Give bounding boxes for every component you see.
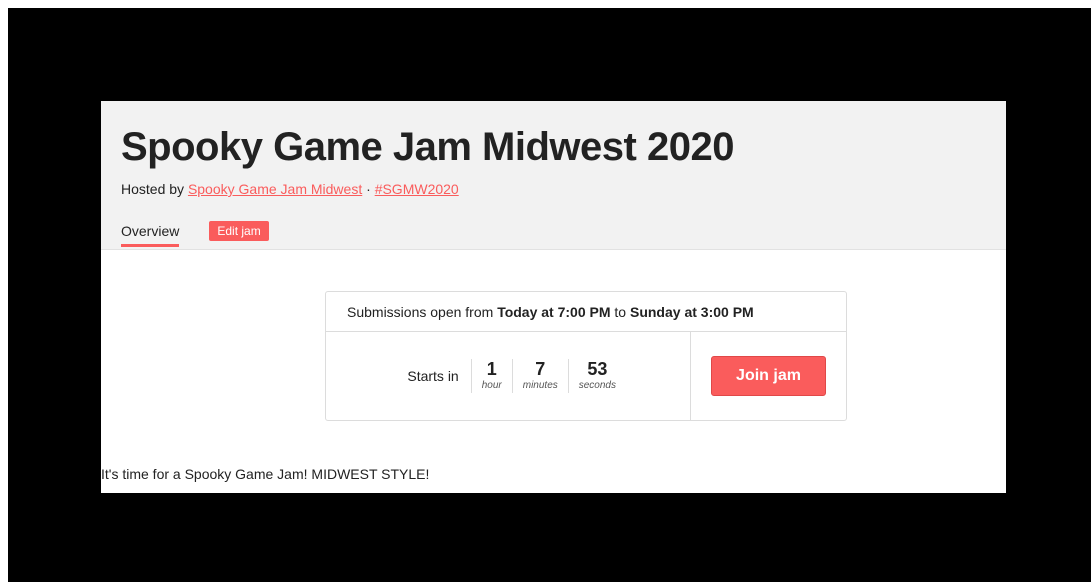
hours-value: 1 — [486, 359, 497, 379]
hashtag-link[interactable]: #SGMW2020 — [375, 181, 459, 197]
top-edge — [0, 0, 1091, 8]
countdown-minutes: 7 minutes — [511, 359, 568, 393]
submission-dates: Submissions open from Today at 7:00 PM t… — [326, 292, 846, 332]
minutes-value: 7 — [535, 359, 546, 379]
tab-overview[interactable]: Overview — [121, 223, 180, 247]
card-bottom: Starts in 1 hour 7 minutes 53 seconds Jo… — [326, 332, 846, 420]
countdown: Starts in 1 hour 7 minutes 53 seconds — [326, 332, 691, 420]
join-area: Join jam — [691, 332, 846, 420]
hours-label: hour — [481, 380, 502, 391]
separator: · — [366, 181, 371, 197]
jam-tabs: Overview Edit jam — [121, 221, 269, 247]
join-jam-button[interactable]: Join jam — [711, 356, 826, 396]
left-edge — [0, 0, 8, 582]
jam-page: Spooky Game Jam Midwest 2020 Hosted by S… — [101, 101, 1006, 493]
end-date: Sunday at 3:00 PM — [629, 304, 754, 320]
starts-in-label: Starts in — [407, 368, 459, 384]
dates-prefix: Submissions open from — [347, 304, 494, 320]
hosted-by-prefix: Hosted by — [121, 181, 185, 197]
page-title: Spooky Game Jam Midwest 2020 — [121, 125, 734, 169]
jam-description: It's time for a Spooky Game Jam! MIDWEST… — [101, 466, 430, 482]
seconds-label: seconds — [578, 380, 616, 391]
minutes-label: minutes — [522, 380, 558, 391]
start-date: Today at 7:00 PM — [497, 304, 611, 320]
countdown-seconds: 53 seconds — [567, 359, 626, 393]
jam-header: Spooky Game Jam Midwest 2020 Hosted by S… — [101, 101, 1006, 250]
hosted-by-line: Hosted by Spooky Game Jam Midwest · #SGM… — [121, 181, 459, 197]
host-link[interactable]: Spooky Game Jam Midwest — [188, 181, 362, 197]
seconds-value: 53 — [587, 359, 608, 379]
submission-card: Submissions open from Today at 7:00 PM t… — [325, 291, 847, 421]
countdown-hours: 1 hour — [470, 359, 512, 393]
edit-jam-button[interactable]: Edit jam — [209, 221, 269, 241]
dates-middle: to — [614, 304, 627, 320]
